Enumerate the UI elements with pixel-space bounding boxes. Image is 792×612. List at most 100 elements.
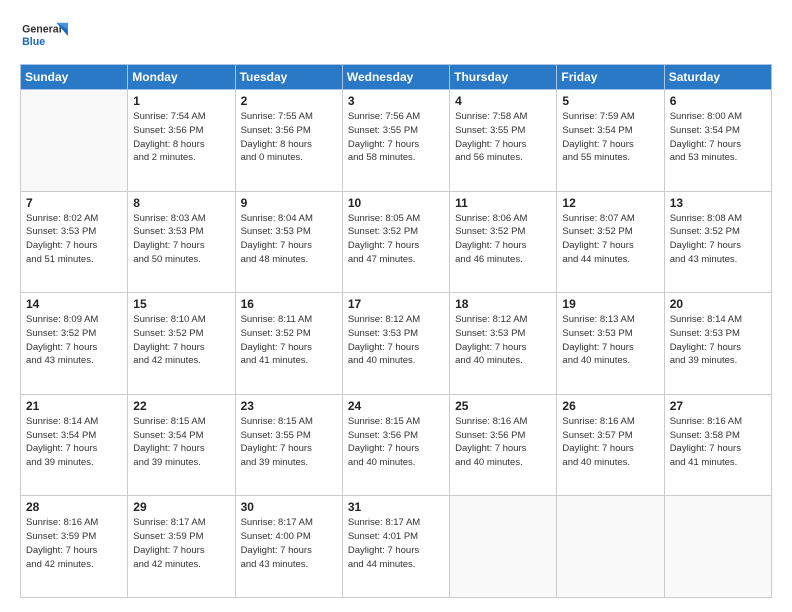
day-info: Sunrise: 8:09 AM Sunset: 3:52 PM Dayligh… — [26, 313, 122, 368]
calendar-cell: 26 Sunrise: 8:16 AM Sunset: 3:57 PM Dayli… — [557, 394, 664, 496]
calendar-cell: 10 Sunrise: 8:05 AM Sunset: 3:52 PM Dayli… — [342, 191, 449, 293]
day-number: 11 — [455, 196, 551, 210]
calendar-cell: 22 Sunrise: 8:15 AM Sunset: 3:54 PM Dayli… — [128, 394, 235, 496]
day-info: Sunrise: 8:08 AM Sunset: 3:52 PM Dayligh… — [670, 212, 766, 267]
page: General Blue SundayMondayTuesdayWednesda… — [0, 0, 792, 612]
day-info: Sunrise: 7:59 AM Sunset: 3:54 PM Dayligh… — [562, 110, 658, 165]
calendar-cell: 29 Sunrise: 8:17 AM Sunset: 3:59 PM Dayli… — [128, 496, 235, 598]
day-info: Sunrise: 7:56 AM Sunset: 3:55 PM Dayligh… — [348, 110, 444, 165]
day-number: 5 — [562, 94, 658, 108]
day-number: 6 — [670, 94, 766, 108]
calendar-cell: 18Sunrise: 8:12 AM Sunset: 3:53 PM Dayli… — [450, 293, 557, 395]
calendar-cell: 2Sunrise: 7:55 AM Sunset: 3:56 PM Daylig… — [235, 90, 342, 192]
day-number: 26 — [562, 399, 658, 413]
day-info: Sunrise: 8:16 AM Sunset: 3:57 PM Dayligh… — [562, 415, 658, 470]
day-number: 31 — [348, 500, 444, 514]
weekday-header-tuesday: Tuesday — [235, 65, 342, 90]
weekday-header-sunday: Sunday — [21, 65, 128, 90]
day-number: 3 — [348, 94, 444, 108]
day-number: 27 — [670, 399, 766, 413]
calendar-cell: 31 Sunrise: 8:17 AM Sunset: 4:01 PM Dayli… — [342, 496, 449, 598]
calendar-week-row: 21 Sunrise: 8:14 AM Sunset: 3:54 PM Dayli… — [21, 394, 772, 496]
day-info: Sunrise: 8:14 AM Sunset: 3:53 PM Dayligh… — [670, 313, 766, 368]
day-number: 8 — [133, 196, 229, 210]
day-info: Sunrise: 8:14 AM Sunset: 3:54 PM Dayligh… — [26, 415, 122, 470]
weekday-header-wednesday: Wednesday — [342, 65, 449, 90]
day-info: Sunrise: 8:13 AM Sunset: 3:53 PM Dayligh… — [562, 313, 658, 368]
day-info: Sunrise: 8:17 AM Sunset: 4:00 PM Dayligh… — [241, 516, 337, 571]
day-number: 23 — [241, 399, 337, 413]
calendar-cell: 16 Sunrise: 8:11 AM Sunset: 3:52 PM Dayli… — [235, 293, 342, 395]
calendar-cell: 7Sunrise: 8:02 AM Sunset: 3:53 PM Daylig… — [21, 191, 128, 293]
calendar-cell: 4 Sunrise: 7:58 AM Sunset: 3:55 PM Daylig… — [450, 90, 557, 192]
day-info: Sunrise: 7:58 AM Sunset: 3:55 PM Dayligh… — [455, 110, 551, 165]
day-number: 15 — [133, 297, 229, 311]
calendar-cell — [450, 496, 557, 598]
day-number: 16 — [241, 297, 337, 311]
calendar-cell: 13 Sunrise: 8:08 AM Sunset: 3:52 PM Dayli… — [664, 191, 771, 293]
calendar-cell: 6 Sunrise: 8:00 AM Sunset: 3:54 PM Daylig… — [664, 90, 771, 192]
svg-text:Blue: Blue — [22, 36, 45, 48]
day-info: Sunrise: 8:17 AM Sunset: 4:01 PM Dayligh… — [348, 516, 444, 571]
day-info: Sunrise: 8:10 AM Sunset: 3:52 PM Dayligh… — [133, 313, 229, 368]
day-info: Sunrise: 8:05 AM Sunset: 3:52 PM Dayligh… — [348, 212, 444, 267]
calendar-cell: 30 Sunrise: 8:17 AM Sunset: 4:00 PM Dayli… — [235, 496, 342, 598]
calendar-week-row: 1Sunrise: 7:54 AM Sunset: 3:56 PM Daylig… — [21, 90, 772, 192]
day-number: 2 — [241, 94, 337, 108]
calendar-cell: 21 Sunrise: 8:14 AM Sunset: 3:54 PM Dayli… — [21, 394, 128, 496]
calendar-cell: 14 Sunrise: 8:09 AM Sunset: 3:52 PM Dayli… — [21, 293, 128, 395]
day-number: 21 — [26, 399, 122, 413]
calendar-cell: 27 Sunrise: 8:16 AM Sunset: 3:58 PM Dayli… — [664, 394, 771, 496]
day-number: 24 — [348, 399, 444, 413]
calendar-cell: 9 Sunrise: 8:04 AM Sunset: 3:53 PM Daylig… — [235, 191, 342, 293]
day-number: 28 — [26, 500, 122, 514]
day-info: Sunrise: 8:16 AM Sunset: 3:59 PM Dayligh… — [26, 516, 122, 571]
calendar-cell: 19 Sunrise: 8:13 AM Sunset: 3:53 PM Dayli… — [557, 293, 664, 395]
day-number: 22 — [133, 399, 229, 413]
weekday-header-monday: Monday — [128, 65, 235, 90]
day-info: Sunrise: 8:11 AM Sunset: 3:52 PM Dayligh… — [241, 313, 337, 368]
day-number: 19 — [562, 297, 658, 311]
day-info: Sunrise: 8:00 AM Sunset: 3:54 PM Dayligh… — [670, 110, 766, 165]
day-info: Sunrise: 8:15 AM Sunset: 3:55 PM Dayligh… — [241, 415, 337, 470]
calendar-week-row: 14 Sunrise: 8:09 AM Sunset: 3:52 PM Dayli… — [21, 293, 772, 395]
calendar-cell: 12Sunrise: 8:07 AM Sunset: 3:52 PM Dayli… — [557, 191, 664, 293]
day-info: Sunrise: 8:15 AM Sunset: 3:56 PM Dayligh… — [348, 415, 444, 470]
calendar-cell: 25Sunrise: 8:16 AM Sunset: 3:56 PM Dayli… — [450, 394, 557, 496]
calendar-week-row: 7Sunrise: 8:02 AM Sunset: 3:53 PM Daylig… — [21, 191, 772, 293]
day-info: Sunrise: 8:03 AM Sunset: 3:53 PM Dayligh… — [133, 212, 229, 267]
calendar-table: SundayMondayTuesdayWednesdayThursdayFrid… — [20, 64, 772, 598]
calendar-cell: 3 Sunrise: 7:56 AM Sunset: 3:55 PM Daylig… — [342, 90, 449, 192]
calendar-cell: 11 Sunrise: 8:06 AM Sunset: 3:52 PM Dayli… — [450, 191, 557, 293]
weekday-header-thursday: Thursday — [450, 65, 557, 90]
calendar-week-row: 28 Sunrise: 8:16 AM Sunset: 3:59 PM Dayli… — [21, 496, 772, 598]
day-number: 14 — [26, 297, 122, 311]
day-number: 9 — [241, 196, 337, 210]
header: General Blue — [20, 18, 772, 54]
day-info: Sunrise: 8:04 AM Sunset: 3:53 PM Dayligh… — [241, 212, 337, 267]
day-info: Sunrise: 8:17 AM Sunset: 3:59 PM Dayligh… — [133, 516, 229, 571]
day-number: 13 — [670, 196, 766, 210]
day-number: 4 — [455, 94, 551, 108]
day-info: Sunrise: 8:12 AM Sunset: 3:53 PM Dayligh… — [455, 313, 551, 368]
day-info: Sunrise: 8:06 AM Sunset: 3:52 PM Dayligh… — [455, 212, 551, 267]
calendar-cell: 5 Sunrise: 7:59 AM Sunset: 3:54 PM Daylig… — [557, 90, 664, 192]
calendar-cell — [664, 496, 771, 598]
calendar-cell: 17 Sunrise: 8:12 AM Sunset: 3:53 PM Dayli… — [342, 293, 449, 395]
day-info: Sunrise: 8:16 AM Sunset: 3:58 PM Dayligh… — [670, 415, 766, 470]
logo-icon: General Blue — [20, 18, 70, 54]
day-info: Sunrise: 8:15 AM Sunset: 3:54 PM Dayligh… — [133, 415, 229, 470]
day-number: 17 — [348, 297, 444, 311]
svg-text:General: General — [22, 24, 62, 36]
calendar-cell: 1Sunrise: 7:54 AM Sunset: 3:56 PM Daylig… — [128, 90, 235, 192]
day-number: 29 — [133, 500, 229, 514]
day-number: 30 — [241, 500, 337, 514]
day-number: 12 — [562, 196, 658, 210]
day-info: Sunrise: 8:12 AM Sunset: 3:53 PM Dayligh… — [348, 313, 444, 368]
calendar-cell: 8 Sunrise: 8:03 AM Sunset: 3:53 PM Daylig… — [128, 191, 235, 293]
logo: General Blue — [20, 18, 70, 54]
day-number: 10 — [348, 196, 444, 210]
calendar-cell: 15 Sunrise: 8:10 AM Sunset: 3:52 PM Dayli… — [128, 293, 235, 395]
calendar-cell: 23 Sunrise: 8:15 AM Sunset: 3:55 PM Dayli… — [235, 394, 342, 496]
calendar-cell: 28 Sunrise: 8:16 AM Sunset: 3:59 PM Dayli… — [21, 496, 128, 598]
